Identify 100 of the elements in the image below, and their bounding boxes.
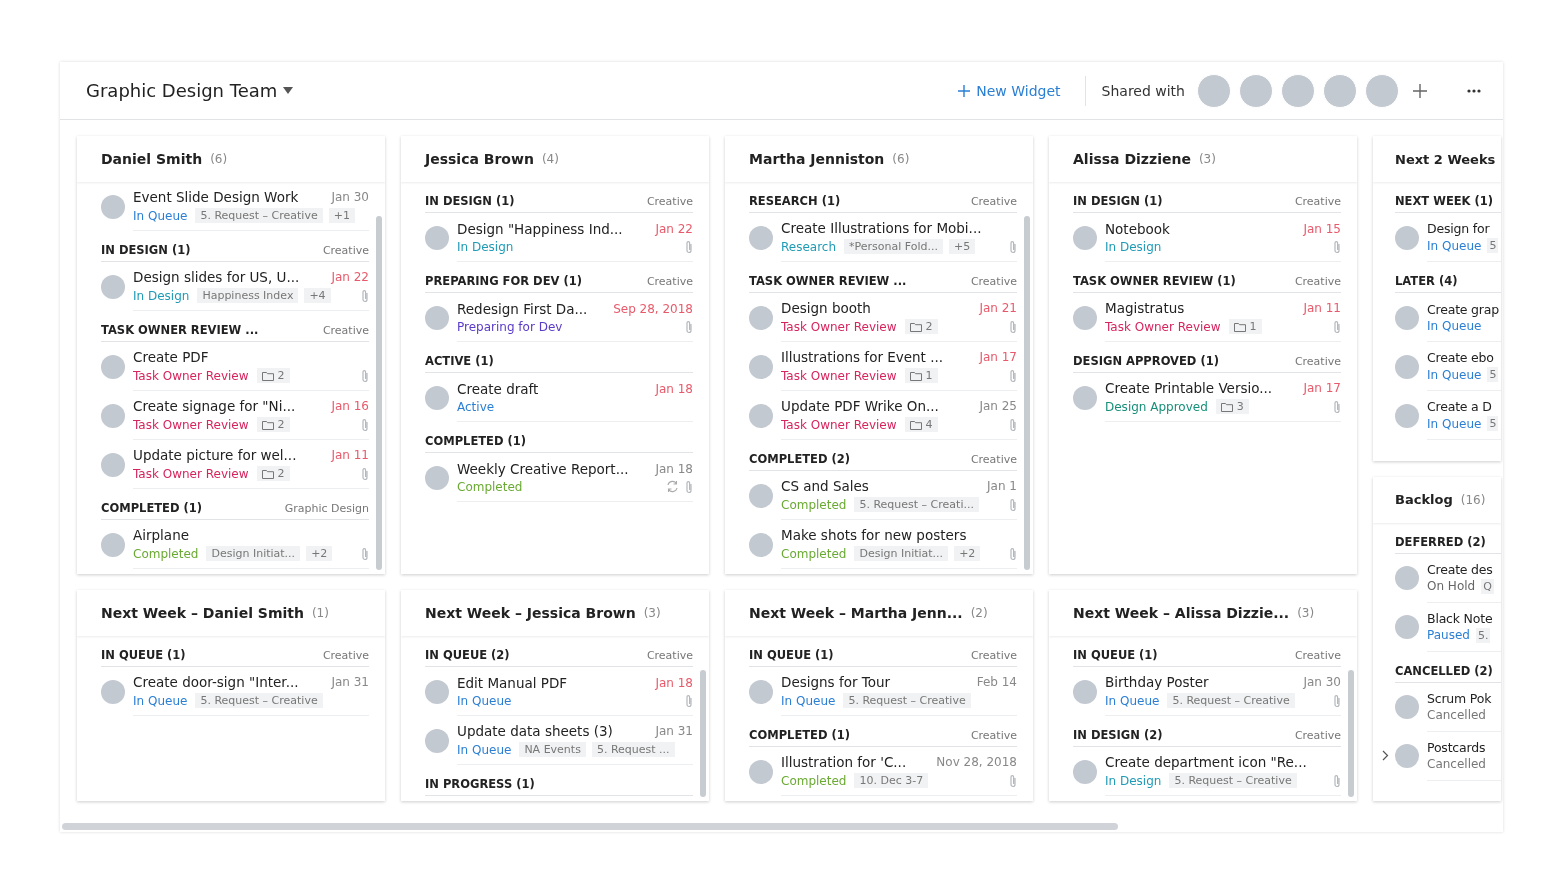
group-header[interactable]: TASK OWNER REVIEW ... (749, 274, 907, 288)
task-title[interactable]: Create grap (1427, 301, 1501, 317)
task-title[interactable]: Edit Manual PDF (457, 674, 650, 691)
paperclip-icon[interactable] (1009, 497, 1017, 512)
task-title[interactable]: Magistratus (1105, 300, 1298, 316)
widget-title[interactable]: Alissa Dizziene (1073, 151, 1191, 167)
group-header[interactable]: IN DESIGN (2) (1073, 728, 1163, 742)
widget-title[interactable]: Next Week – Martha Jenn... (749, 605, 963, 621)
paperclip-icon[interactable] (1333, 773, 1341, 788)
widget-title[interactable]: Next 2 Weeks (1395, 151, 1496, 167)
paperclip-icon[interactable] (361, 466, 369, 481)
add-member-button[interactable] (1411, 81, 1429, 100)
group-header[interactable]: LATER (4) (1395, 274, 1458, 288)
group-header[interactable]: ACTIVE (1) (425, 354, 494, 368)
task-title[interactable]: Update picture for wel... (133, 447, 326, 463)
paperclip-icon[interactable] (1333, 319, 1341, 334)
paperclip-icon[interactable] (1333, 239, 1341, 254)
task-title[interactable]: Event Slide Design Work (133, 189, 326, 205)
task-title[interactable]: Create department icon "Re... (1105, 754, 1341, 770)
task-title[interactable]: Create a D (1427, 399, 1501, 414)
paperclip-icon[interactable] (1333, 399, 1341, 414)
task-title[interactable]: Create des (1427, 561, 1501, 577)
group-header[interactable]: TASK OWNER REVIEW (1) (1073, 274, 1236, 288)
task-title[interactable]: Create Illustrations for Mobi... (781, 220, 1017, 236)
paperclip-icon[interactable] (361, 546, 369, 561)
paperclip-icon[interactable] (1009, 417, 1017, 432)
task-title[interactable]: Update PDF Wrike On... (781, 398, 974, 414)
task-title[interactable]: Airplane (133, 527, 369, 543)
group-header[interactable]: COMPLETED (1) (425, 434, 527, 448)
widget-title[interactable]: Next Week – Alissa Dizzie... (1073, 605, 1290, 621)
chevron-icon[interactable] (1382, 749, 1389, 761)
widget-title[interactable]: Next Week – Jessica Brown (425, 605, 636, 621)
paperclip-icon[interactable] (685, 479, 693, 494)
task-title[interactable]: Make shots for new posters (781, 527, 1017, 543)
task-title[interactable]: Create PDF (133, 349, 369, 365)
group-header[interactable]: COMPLETED (1) (101, 501, 203, 515)
avatar[interactable] (1365, 73, 1399, 108)
task-title[interactable]: Scrum Pok (1427, 691, 1501, 706)
task-title[interactable]: Black Note (1427, 610, 1501, 626)
widget-title[interactable]: Martha Jenniston (749, 151, 885, 167)
group-header[interactable]: IN DESIGN (1) (101, 243, 191, 257)
task-title[interactable]: Design for (1427, 221, 1501, 236)
scrollbar[interactable] (700, 670, 706, 797)
task-title[interactable]: CS and Sales (781, 478, 982, 494)
task-title[interactable]: Create ebo (1427, 350, 1501, 365)
avatar[interactable] (1281, 73, 1315, 108)
paperclip-icon[interactable] (361, 417, 369, 432)
group-header[interactable]: TASK OWNER REVIEW ... (101, 323, 259, 337)
task-title[interactable]: Design slides for US, U... (133, 269, 326, 285)
task-title[interactable]: Notebook (1105, 220, 1298, 237)
scrollbar[interactable] (1348, 670, 1354, 797)
avatar[interactable] (1239, 73, 1273, 108)
task-title[interactable]: Designs for Tour (781, 674, 971, 690)
group-header[interactable]: RESEARCH (1) (749, 194, 841, 208)
paperclip-icon[interactable] (1009, 368, 1017, 383)
widget-title[interactable]: Next Week – Daniel Smith (101, 605, 304, 621)
paperclip-icon[interactable] (685, 693, 693, 708)
group-header[interactable]: COMPLETED (2) (749, 452, 851, 466)
paperclip-icon[interactable] (1009, 546, 1017, 561)
board-title[interactable]: Graphic Design Team (86, 80, 294, 101)
scrollbar[interactable] (1024, 216, 1030, 570)
group-header[interactable]: IN PROGRESS (1) (425, 777, 535, 791)
paperclip-icon[interactable] (1009, 319, 1017, 334)
horizontal-scrollbar[interactable] (62, 823, 1118, 830)
widget-title[interactable]: Backlog (1395, 492, 1453, 507)
group-header[interactable]: IN QUEUE (1) (1073, 648, 1158, 662)
scrollbar[interactable] (376, 216, 382, 570)
task-title[interactable]: Redesign First Da... (457, 300, 608, 317)
paperclip-icon[interactable] (1009, 773, 1017, 788)
task-title[interactable]: Illustration for 'C... (781, 754, 931, 770)
paperclip-icon[interactable] (685, 239, 693, 254)
paperclip-icon[interactable] (361, 288, 369, 303)
group-header[interactable]: IN QUEUE (1) (101, 648, 186, 662)
group-header[interactable]: DESIGN APPROVED (1) (1073, 354, 1219, 368)
task-title[interactable]: Create draft (457, 380, 650, 397)
paperclip-icon[interactable] (361, 368, 369, 383)
group-header[interactable]: COMPLETED (1) (749, 728, 851, 742)
group-header[interactable]: NEXT WEEK (1) (1395, 194, 1494, 208)
new-widget-button[interactable]: New Widget (952, 78, 1067, 103)
avatar[interactable] (1323, 73, 1357, 108)
group-header[interactable]: IN QUEUE (1) (749, 648, 834, 662)
task-title[interactable]: Postcards (1427, 740, 1501, 755)
task-title[interactable]: Update data sheets (3) (457, 723, 650, 739)
paperclip-icon[interactable] (1333, 693, 1341, 708)
caret-icon[interactable] (283, 87, 294, 94)
group-header[interactable]: IN DESIGN (1) (1073, 194, 1163, 208)
task-title[interactable]: Weekly Creative Report... (457, 460, 650, 477)
group-header[interactable]: CANCELLED (2) (1395, 663, 1493, 678)
paperclip-icon[interactable] (1009, 239, 1017, 254)
avatar[interactable] (1197, 73, 1231, 108)
task-title[interactable]: Create door-sign "Inter... (133, 674, 326, 690)
group-header[interactable]: IN DESIGN (1) (425, 194, 515, 208)
task-title[interactable]: Birthday Poster (1105, 674, 1298, 690)
widget-title[interactable]: Jessica Brown (425, 151, 534, 167)
group-header[interactable]: DEFERRED (2) (1395, 534, 1486, 549)
task-title[interactable]: Create signage for "Ni... (133, 398, 326, 414)
task-title[interactable]: Design "Happiness Ind... (457, 220, 650, 237)
group-header[interactable]: IN QUEUE (2) (425, 648, 510, 662)
task-title[interactable]: Create Printable Versio... (1105, 380, 1298, 396)
paperclip-icon[interactable] (685, 319, 693, 334)
